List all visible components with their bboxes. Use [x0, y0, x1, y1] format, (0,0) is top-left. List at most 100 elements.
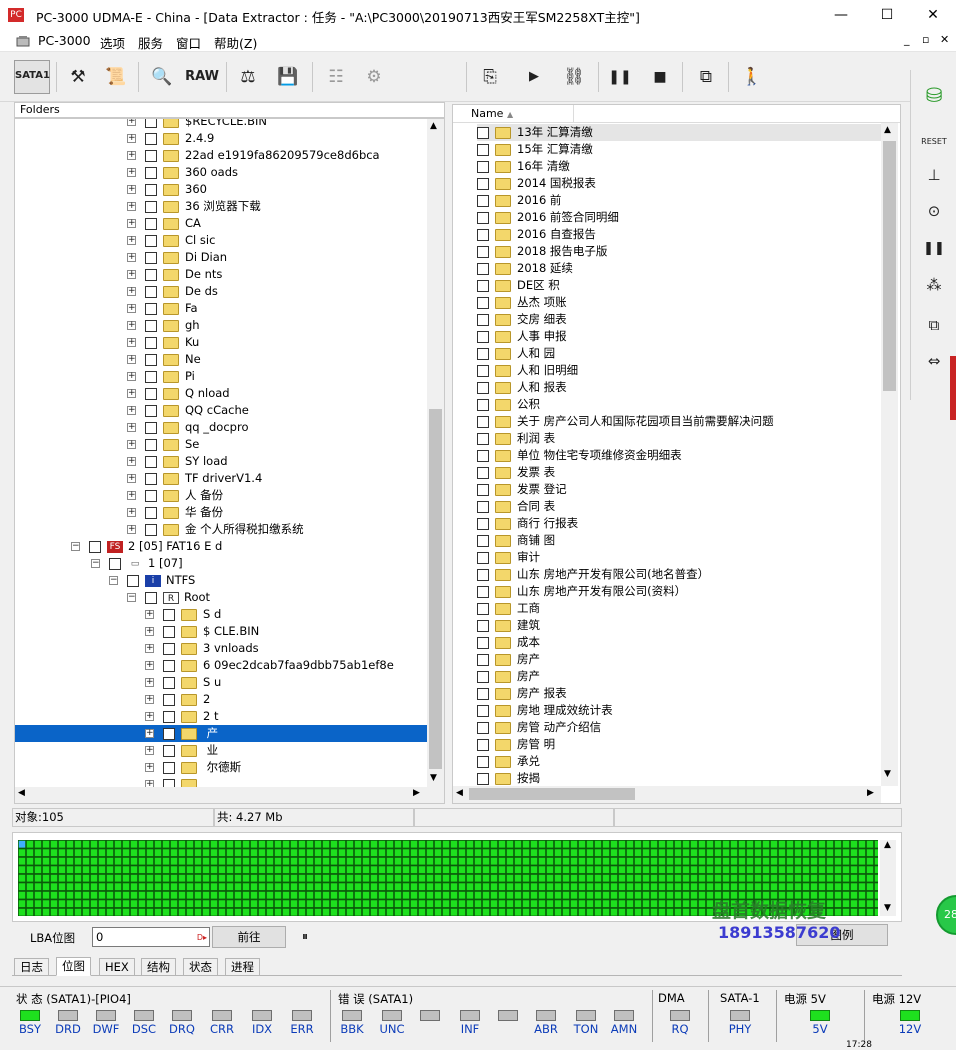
list-item[interactable]: 15年 汇算清缴: [477, 141, 593, 158]
list-item[interactable]: 人和 旧明细: [477, 362, 578, 379]
checkbox[interactable]: [163, 744, 175, 757]
checkbox[interactable]: [477, 228, 489, 241]
checkbox[interactable]: [145, 489, 157, 502]
checkbox[interactable]: [145, 234, 157, 247]
checkbox[interactable]: [477, 296, 489, 309]
checkbox[interactable]: [477, 177, 489, 190]
checkbox[interactable]: [477, 721, 489, 734]
checkbox[interactable]: [163, 761, 175, 774]
expand-icon[interactable]: +: [127, 338, 136, 347]
checkbox[interactable]: [477, 772, 489, 785]
list-item[interactable]: 房地 理成效统计表: [477, 702, 613, 719]
tree-vertical-scrollbar[interactable]: ▲ ▼: [427, 119, 444, 803]
checkbox[interactable]: [145, 132, 157, 145]
checkbox[interactable]: [477, 738, 489, 751]
expand-icon[interactable]: +: [145, 746, 154, 755]
checkbox[interactable]: [145, 119, 157, 128]
checkbox[interactable]: [477, 687, 489, 700]
mdi-minimize-button[interactable]: _: [904, 33, 910, 46]
checkbox[interactable]: [163, 608, 175, 621]
tree-row[interactable]: + 华 备份: [15, 504, 427, 521]
tab-log[interactable]: 日志: [14, 958, 49, 976]
expand-icon[interactable]: +: [127, 440, 136, 449]
tree-row[interactable]: + QQ cCache: [15, 402, 427, 419]
checkbox[interactable]: [145, 421, 157, 434]
expand-icon[interactable]: +: [127, 508, 136, 517]
expand-icon[interactable]: +: [145, 644, 154, 653]
tree-scroll-thumb[interactable]: [429, 409, 442, 769]
expand-icon[interactable]: +: [127, 168, 136, 177]
list-item[interactable]: 房管 动产介绍信: [477, 719, 601, 736]
checkbox[interactable]: [477, 194, 489, 207]
expand-icon[interactable]: +: [127, 321, 136, 330]
expand-icon[interactable]: +: [127, 236, 136, 245]
list-item[interactable]: 商行 行报表: [477, 515, 578, 532]
checkbox[interactable]: [145, 370, 157, 383]
scroll-up-arrow-icon[interactable]: ▲: [884, 840, 891, 850]
tree-row[interactable]: +36 浏览器下载: [15, 198, 427, 215]
checkbox[interactable]: [477, 755, 489, 768]
expand-icon[interactable]: +: [127, 304, 136, 313]
tree-row[interactable]: + De nts: [15, 266, 427, 283]
list-hscroll-thumb[interactable]: [469, 788, 635, 800]
exit-icon[interactable]: 🚶: [734, 60, 770, 94]
checkbox[interactable]: [145, 336, 157, 349]
tree-row[interactable]: + Ku: [15, 334, 427, 351]
list-item[interactable]: 2018 报告电子版: [477, 243, 607, 260]
tree-row[interactable]: +360 oads: [15, 164, 427, 181]
tree-row[interactable]: +6 09ec2dcab7faa9dbb75ab1ef8e: [15, 657, 427, 674]
checkbox[interactable]: [145, 404, 157, 417]
tree-row[interactable]: + gh: [15, 317, 427, 334]
network-icon[interactable]: ⚙: [356, 60, 392, 94]
tree-partition[interactable]: − FS 2 [05] FAT16 E d: [15, 538, 427, 555]
list-item[interactable]: 2016 前: [477, 192, 561, 209]
tree-row[interactable]: +22ad e1919fa86209579ce8d6bca: [15, 147, 427, 164]
list-item[interactable]: 16年 清缴: [477, 158, 570, 175]
expand-icon[interactable]: +: [127, 185, 136, 194]
tools-icon[interactable]: ⚒: [60, 60, 96, 94]
checkbox[interactable]: [145, 183, 157, 196]
checkbox[interactable]: [477, 585, 489, 598]
folder-tree[interactable]: + $RECYCLE.BIN +2.4.9 +22ad e1919fa86209579…: [14, 118, 445, 804]
decimal-icon[interactable]: D▸: [197, 929, 207, 947]
list-item[interactable]: 合同 表: [477, 498, 555, 515]
checkbox[interactable]: [477, 534, 489, 547]
tree-horizontal-scrollbar[interactable]: ◀ ▶: [15, 787, 427, 803]
pause-icon[interactable]: ❚❚: [602, 60, 638, 94]
list-scroll-thumb[interactable]: [883, 141, 896, 391]
copy-x-icon[interactable]: ⧉: [918, 312, 950, 338]
checkbox[interactable]: [145, 455, 157, 468]
menu-options[interactable]: 选项: [100, 33, 125, 52]
tree-row[interactable]: + S u: [15, 674, 427, 691]
checkbox[interactable]: [163, 642, 175, 655]
list-item[interactable]: 2014 国税报表: [477, 175, 596, 192]
list-item[interactable]: 利润 表: [477, 430, 555, 447]
list-item[interactable]: 工商: [477, 600, 540, 617]
checkbox[interactable]: [477, 551, 489, 564]
expand-icon[interactable]: +: [127, 389, 136, 398]
expand-icon[interactable]: +: [127, 134, 136, 143]
copy-windows-icon[interactable]: ⧉: [688, 60, 724, 94]
scale-icon[interactable]: ⚖: [230, 60, 266, 94]
checkbox[interactable]: [477, 517, 489, 530]
list-item[interactable]: 丛杰 项账: [477, 294, 567, 311]
expand-icon[interactable]: +: [127, 525, 136, 534]
checkbox[interactable]: [477, 126, 489, 139]
expand-icon[interactable]: +: [127, 372, 136, 381]
checkbox[interactable]: [145, 523, 157, 536]
map-pause-button[interactable]: ⏸: [302, 929, 308, 944]
expand-icon[interactable]: +: [127, 270, 136, 279]
checkbox[interactable]: [477, 704, 489, 717]
checkbox[interactable]: [477, 415, 489, 428]
expand-icon[interactable]: +: [127, 474, 136, 483]
list-item[interactable]: 公积: [477, 396, 540, 413]
tab-bitmap[interactable]: 位图: [56, 957, 91, 976]
list-item[interactable]: 人事 申报: [477, 328, 567, 345]
map-vertical-scrollbar[interactable]: ▲ ▼: [880, 840, 896, 916]
expand-icon[interactable]: +: [145, 729, 154, 738]
checkbox[interactable]: [145, 591, 157, 604]
tree-volume[interactable]: − ▭ 1 [07]: [15, 555, 427, 572]
stop-icon[interactable]: ■: [642, 60, 678, 94]
expand-icon[interactable]: +: [145, 627, 154, 636]
list-item[interactable]: 山东 房地产开发有限公司(地名普查）: [477, 566, 709, 583]
